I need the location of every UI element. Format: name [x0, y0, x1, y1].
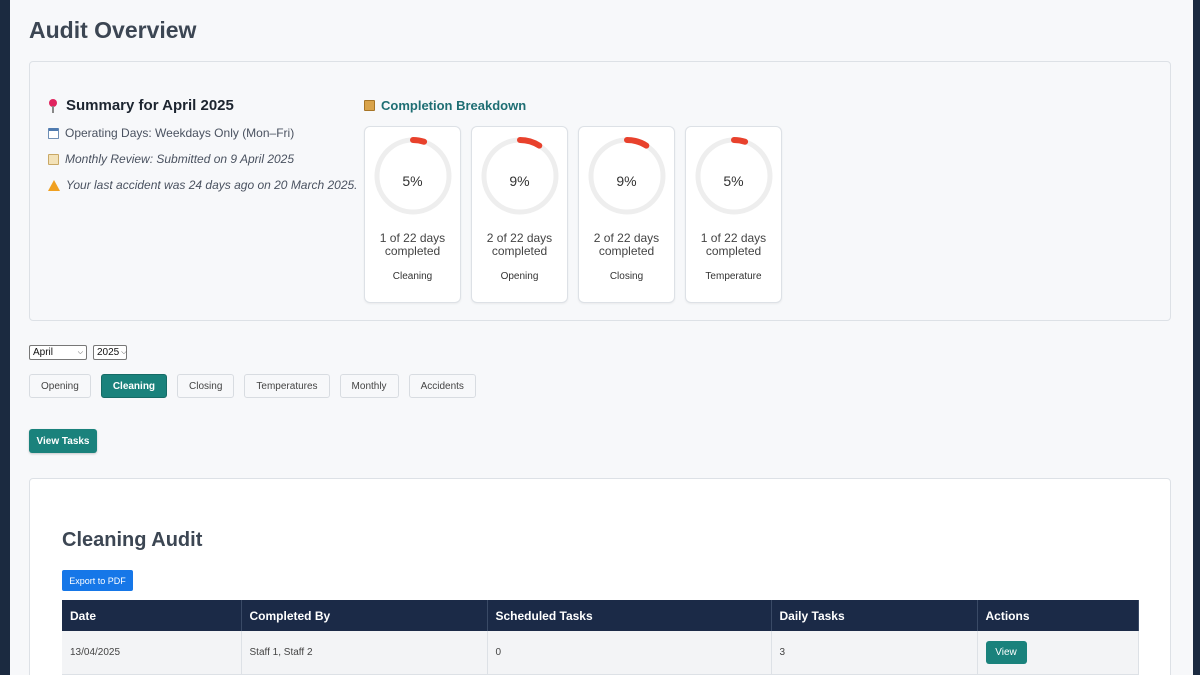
- chevron-down-icon: ⌵: [77, 349, 83, 356]
- gauge-card-closing: 9% 2 of 22 days completed Closing: [578, 126, 675, 303]
- gauge-days: 1 of 22 days completed: [379, 231, 446, 258]
- warning-icon: [48, 179, 60, 191]
- summary-card: Summary for April 2025 Operating Days: W…: [29, 61, 1171, 321]
- gauge-days: 2 of 22 days completed: [486, 231, 553, 258]
- audit-title: Cleaning Audit: [62, 529, 203, 551]
- breakdown-heading-text: Completion Breakdown: [381, 98, 527, 113]
- month-select-value: April: [33, 347, 54, 358]
- gauge-percent: 9%: [616, 173, 637, 189]
- gauge-card-temperature: 5% 1 of 22 days completed Temperature: [685, 126, 782, 303]
- last-accident-line: Your last accident was 24 days ago on 20…: [48, 178, 358, 192]
- gauge-days: 2 of 22 days completed: [593, 231, 660, 258]
- table-header-row: Date Completed By Scheduled Tasks Daily …: [62, 600, 1139, 631]
- column-header-daily-tasks: Daily Tasks: [771, 600, 978, 631]
- package-icon: [364, 100, 375, 111]
- view-tasks-button[interactable]: View Tasks: [29, 429, 97, 453]
- operating-days-text: Operating Days: Weekdays Only (Mon–Fri): [65, 126, 295, 140]
- gauge-list: 5% 1 of 22 days completed Cleaning 9% 2 …: [364, 126, 782, 303]
- period-filters: April ⌵ 2025 ⌵: [29, 345, 127, 360]
- tab-temperatures[interactable]: Temperatures: [244, 374, 330, 398]
- column-header-actions: Actions: [977, 600, 1139, 631]
- gauge-label: Closing: [609, 271, 644, 282]
- cell-daily-tasks: 3: [771, 631, 978, 675]
- gauge-label: Temperature: [705, 271, 762, 282]
- summary-heading-text: Summary for April 2025: [66, 97, 234, 114]
- audit-card: Cleaning Audit Export to PDF Date Comple…: [29, 478, 1171, 675]
- cell-scheduled-tasks: 0: [487, 631, 772, 675]
- cell-completed-by: Staff 1, Staff 2: [241, 631, 488, 675]
- page-title: Audit Overview: [29, 17, 197, 43]
- tab-closing[interactable]: Closing: [177, 374, 235, 398]
- gauge-card-opening: 9% 2 of 22 days completed Opening: [471, 126, 568, 303]
- month-select[interactable]: April ⌵: [29, 345, 87, 360]
- summary-section: Summary for April 2025 Operating Days: W…: [48, 97, 358, 192]
- column-header-date: Date: [62, 600, 242, 631]
- year-select[interactable]: 2025 ⌵: [93, 345, 127, 360]
- audit-table: Date Completed By Scheduled Tasks Daily …: [62, 600, 1139, 675]
- cell-actions: View: [977, 631, 1139, 675]
- cell-date: 13/04/2025: [62, 631, 242, 675]
- last-accident-text: Your last accident was 24 days ago on 20…: [66, 178, 358, 192]
- notepad-icon: [48, 153, 59, 165]
- tab-opening[interactable]: Opening: [29, 374, 91, 398]
- audit-tabs: Opening Cleaning Closing Temperatures Mo…: [29, 374, 476, 398]
- pin-icon: [48, 98, 58, 113]
- completion-breakdown: Completion Breakdown 5% 1 of 22 days com…: [364, 98, 782, 303]
- chevron-down-icon: ⌵: [121, 349, 127, 356]
- monthly-review-text: Monthly Review: Submitted on 9 April 202…: [65, 152, 295, 166]
- column-header-scheduled-tasks: Scheduled Tasks: [487, 600, 772, 631]
- gauge-days: 1 of 22 days completed: [700, 231, 767, 258]
- calendar-icon: [48, 127, 59, 139]
- operating-days-line: Operating Days: Weekdays Only (Mon–Fri): [48, 126, 358, 140]
- table-row: 13/04/2025 Staff 1, Staff 2 0 3 View: [62, 631, 1139, 675]
- gauge-percent: 5%: [402, 173, 423, 189]
- monthly-review-line: Monthly Review: Submitted on 9 April 202…: [48, 152, 358, 166]
- year-select-value: 2025: [97, 347, 120, 358]
- tab-monthly[interactable]: Monthly: [339, 374, 399, 398]
- gauge-label: Opening: [500, 271, 539, 282]
- summary-heading: Summary for April 2025: [48, 97, 358, 114]
- app-frame: Audit Overview Summary for April 2025 Op…: [10, 0, 1193, 675]
- gauge-card-cleaning: 5% 1 of 22 days completed Cleaning: [364, 126, 461, 303]
- tab-cleaning[interactable]: Cleaning: [100, 374, 168, 398]
- gauge-percent: 5%: [723, 173, 744, 189]
- tab-accidents[interactable]: Accidents: [408, 374, 476, 398]
- gauge-label: Cleaning: [392, 271, 433, 282]
- view-row-button[interactable]: View: [985, 640, 1027, 664]
- breakdown-heading: Completion Breakdown: [364, 98, 526, 113]
- gauge-percent: 9%: [509, 173, 530, 189]
- column-header-completed-by: Completed By: [241, 600, 488, 631]
- export-pdf-button[interactable]: Export to PDF: [62, 570, 133, 591]
